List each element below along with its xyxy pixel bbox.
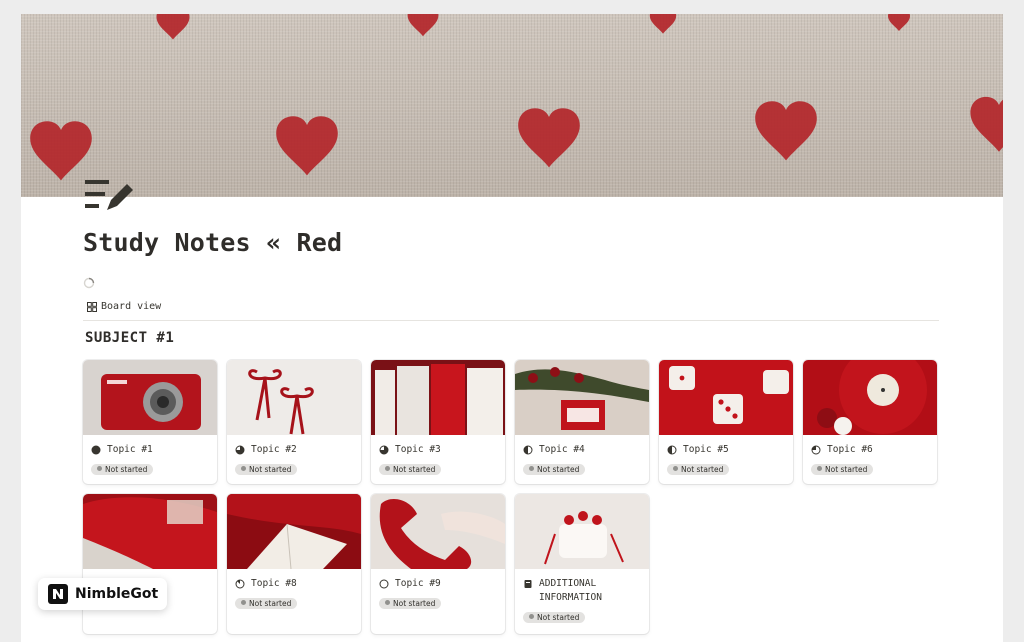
card-title: Topic #9: [395, 578, 441, 589]
loading-spinner-icon: [83, 277, 95, 289]
card-title: Topic #8: [251, 578, 297, 589]
page-cover-image[interactable]: [21, 14, 1003, 197]
card-cover-red-car: [83, 494, 217, 569]
status-badge[interactable]: Not started: [523, 612, 586, 623]
group-title: SUBJECT #1: [85, 330, 175, 346]
status-label: Not started: [681, 465, 724, 474]
circle-three-quarter-icon: [235, 445, 245, 455]
board-view-label: Board view: [101, 301, 162, 312]
status-label: Not started: [825, 465, 868, 474]
circle-eighth-icon: [235, 579, 245, 589]
notion-page: Study Notes « Red Board view SUBJECT #1: [21, 14, 1003, 642]
status-label: Not started: [537, 613, 580, 622]
status-label: Not started: [393, 465, 436, 474]
status-badge[interactable]: Not started: [811, 464, 874, 475]
status-badge[interactable]: Not started: [379, 464, 442, 475]
circle-three-quarter-icon: [379, 445, 389, 455]
board-card[interactable]: ADDITIONAL INFORMATION Not started: [515, 494, 649, 634]
card-cover-cake: [515, 494, 649, 569]
board-view-tab[interactable]: Board view: [87, 301, 161, 312]
watermark-text: NimbleGot: [75, 586, 159, 602]
card-cover-exit-sign: [515, 360, 649, 435]
card-cover-book: [227, 494, 361, 569]
status-label: Not started: [105, 465, 148, 474]
status-badge[interactable]: Not started: [235, 598, 298, 609]
card-cover-bows: [227, 360, 361, 435]
card-title: Topic #5: [683, 444, 729, 455]
card-cover-vinyl-record: [803, 360, 937, 435]
circle-empty-icon: [379, 579, 389, 589]
board-card[interactable]: Topic #1 Not started: [83, 360, 217, 484]
status-badge[interactable]: Not started: [91, 464, 154, 475]
board-card[interactable]: Topic #3 Not started: [371, 360, 505, 484]
board-card[interactable]: Topic #5 Not started: [659, 360, 793, 484]
status-label: Not started: [537, 465, 580, 474]
card-title: Topic #1: [107, 444, 153, 455]
edit-notes-icon[interactable]: [83, 176, 135, 216]
board-card[interactable]: Topic #9 Not started: [371, 494, 505, 634]
card-title: Topic #3: [395, 444, 441, 455]
board-card[interactable]: Topic #2 Not started: [227, 360, 361, 484]
nimblegot-logo-icon: [48, 584, 68, 604]
status-label: Not started: [393, 599, 436, 608]
circle-half-icon: [667, 445, 677, 455]
status-label: Not started: [249, 599, 292, 608]
status-badge[interactable]: Not started: [235, 464, 298, 475]
circle-quarter-icon: [811, 445, 821, 455]
card-cover-dice: [659, 360, 793, 435]
status-badge[interactable]: Not started: [379, 598, 442, 609]
hearts-pattern: [30, 14, 1003, 181]
status-label: Not started: [249, 465, 292, 474]
board-card[interactable]: Topic #4 Not started: [515, 360, 649, 484]
page-title[interactable]: Study Notes « Red: [83, 228, 342, 257]
board-card[interactable]: [83, 494, 217, 634]
circle-half-icon: [523, 445, 533, 455]
card-title: Topic #2: [251, 444, 297, 455]
board-card[interactable]: Topic #8 Not started: [227, 494, 361, 634]
card-cover-camera: [83, 360, 217, 435]
board-card[interactable]: Topic #6 Not started: [803, 360, 937, 484]
board-icon: [87, 301, 97, 312]
page-icon: [524, 580, 532, 588]
board: Topic #1 Not started Topic #2 Not starte…: [83, 360, 943, 634]
watermark: NimbleGot: [38, 578, 168, 610]
status-badge[interactable]: Not started: [667, 464, 730, 475]
status-badge[interactable]: Not started: [523, 464, 586, 475]
circle-full-icon: [91, 445, 101, 455]
card-title: ADDITIONAL INFORMATION: [539, 578, 602, 603]
card-title: Topic #4: [539, 444, 585, 455]
card-title: Topic #6: [827, 444, 873, 455]
view-divider: [83, 320, 939, 321]
card-cover-phone: [371, 494, 505, 569]
card-cover-milk-cartons: [371, 360, 505, 435]
